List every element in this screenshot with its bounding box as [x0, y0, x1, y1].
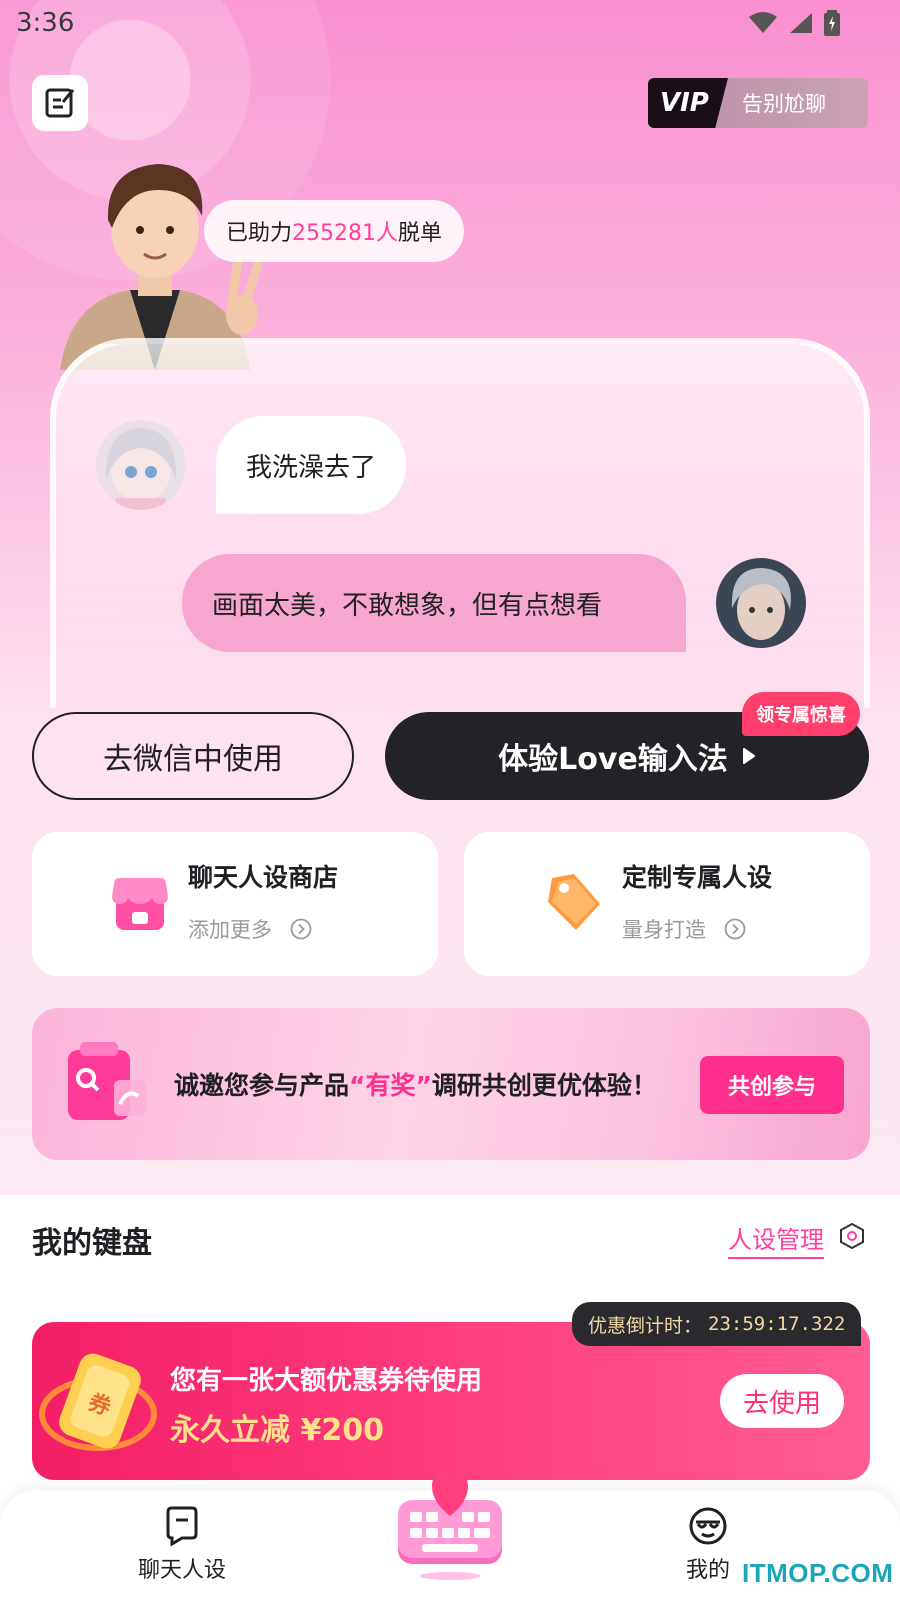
girl-avatar	[96, 420, 186, 510]
status-icons	[748, 10, 840, 36]
wifi-icon	[749, 12, 777, 33]
custom-persona-card[interactable]: 定制专属人设 量身打造	[464, 832, 870, 976]
keyboard-heart-icon	[398, 1474, 502, 1580]
incoming-message-bubble: 我洗澡去了	[216, 416, 407, 514]
chevron-right-circle-icon	[724, 918, 746, 940]
coupon-title: 您有一张大额优惠券待使用	[170, 1366, 483, 1396]
feature-subtitle: 量身打造	[622, 914, 746, 944]
nav-label: 聊天人设	[138, 1558, 227, 1583]
nav-item-chat-persona[interactable]: 聊天人设	[138, 1506, 226, 1584]
status-time: 3:36	[16, 8, 75, 38]
nav-label: 我的	[686, 1558, 731, 1583]
edit-note-icon	[45, 88, 75, 118]
play-icon	[742, 748, 755, 764]
survey-text: 诚邀您参与产品“有奖”调研共创更优体验！	[174, 1066, 657, 1102]
use-coupon-button[interactable]: 去使用	[720, 1374, 844, 1428]
coupon-bag-icon: 券	[39, 1353, 157, 1451]
feature-title: 定制专属人设	[622, 863, 773, 892]
countdown-timer: 优惠倒计时： 23:59:17.322	[572, 1302, 862, 1346]
survey-text-highlight: “有奖”	[349, 1071, 432, 1100]
feature-subtitle-text: 量身打造	[622, 918, 706, 942]
feature-subtitle-text: 添加更多	[188, 918, 272, 942]
vip-tag: VIP	[648, 78, 728, 128]
use-in-wechat-button[interactable]: 去微信中使用	[32, 712, 354, 800]
survey-text-suffix: 调研共创更优体验！	[431, 1071, 657, 1100]
try-button-label: 体验Love输入法	[498, 742, 728, 777]
survey-text-prefix: 诚邀您参与产品	[174, 1071, 350, 1100]
nav-item-profile[interactable]: 我的	[686, 1506, 730, 1584]
chat-persona-icon	[166, 1506, 198, 1546]
coupon-discount: 永久立减 ¥200	[170, 1413, 384, 1448]
vip-banner[interactable]: VIP 告别尬聊	[648, 78, 868, 128]
help-prefix: 已助力	[226, 221, 293, 246]
signal-icon	[790, 13, 812, 33]
help-counter-bubble: 已助力 255281人 脱单	[204, 200, 465, 262]
persona-management-link[interactable]: 人设管理	[728, 1220, 824, 1259]
help-count: 255281人	[292, 221, 398, 246]
notes-button[interactable]	[32, 75, 88, 131]
chevron-right-circle-icon	[290, 918, 312, 940]
countdown-label: 优惠倒计时：	[588, 1314, 703, 1337]
join-survey-button[interactable]: 共创参与	[700, 1056, 844, 1114]
section-title: 我的键盘	[32, 1226, 152, 1261]
survey-clipboard-icon	[68, 1042, 146, 1120]
exclusive-gift-badge[interactable]: 领专属惊喜	[742, 692, 860, 736]
countdown-value: 23:59:17.322	[708, 1313, 846, 1335]
battery-icon	[824, 10, 840, 36]
feature-title: 聊天人设商店	[188, 863, 339, 892]
boy-avatar	[716, 558, 806, 648]
feature-subtitle: 添加更多	[188, 914, 312, 944]
vip-text: 告别尬聊	[742, 92, 826, 116]
help-suffix: 脱单	[398, 221, 443, 246]
nav-item-keyboard[interactable]	[392, 1466, 508, 1584]
persona-store-card[interactable]: 聊天人设商店 添加更多	[32, 832, 438, 976]
watermark: ITMOP.COM	[742, 1558, 894, 1588]
outgoing-message-bubble: 画面太美，不敢想象，但有点想看	[182, 554, 686, 652]
price-tag-icon	[548, 874, 600, 930]
profile-icon	[689, 1507, 727, 1545]
store-icon	[112, 878, 168, 930]
settings-icon[interactable]	[838, 1222, 866, 1250]
chat-demo-card	[50, 338, 870, 708]
